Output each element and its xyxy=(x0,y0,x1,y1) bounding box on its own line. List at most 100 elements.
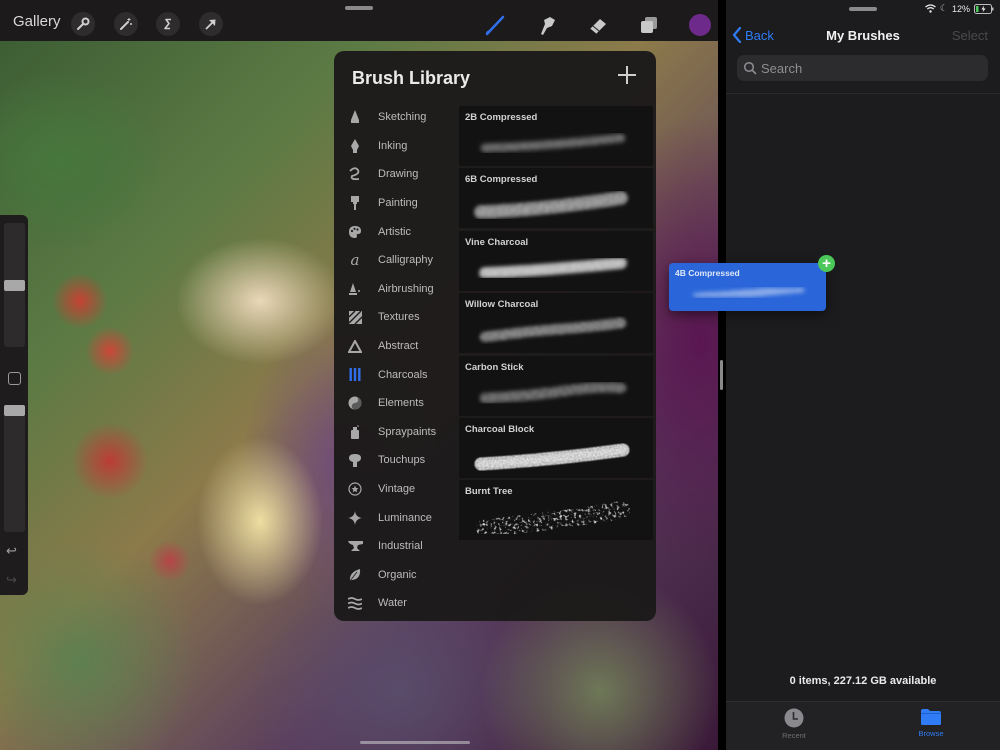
modify-button[interactable] xyxy=(8,372,21,385)
battery-percent: 12% xyxy=(951,3,970,14)
add-badge-icon: + xyxy=(818,255,835,272)
category-textures[interactable]: Textures xyxy=(334,303,459,332)
category-label: Abstract xyxy=(378,340,419,353)
tab-recent[interactable]: Recent xyxy=(759,708,829,740)
brush-carbon-stick[interactable]: Carbon Stick xyxy=(459,355,653,416)
brush-size-thumb[interactable] xyxy=(4,279,25,291)
squiggle-icon xyxy=(347,166,363,182)
category-organic[interactable]: Organic xyxy=(334,561,459,590)
brush-tool-button[interactable] xyxy=(482,12,508,38)
brush-sidebar: ↩ ↪ xyxy=(0,215,28,595)
brush-willow-charcoal[interactable]: Willow Charcoal xyxy=(459,293,653,354)
category-label: Calligraphy xyxy=(378,254,434,267)
category-label: Airbrushing xyxy=(378,282,434,295)
adjustments-button[interactable] xyxy=(114,12,138,36)
selection-button[interactable] xyxy=(156,12,180,36)
category-label: Luminance xyxy=(378,511,432,524)
brush-size-slider[interactable] xyxy=(4,223,25,347)
palette-icon xyxy=(347,224,363,240)
redo-button[interactable]: ↪ xyxy=(6,572,17,588)
category-luminance[interactable]: Luminance xyxy=(334,503,459,532)
folder-icon xyxy=(921,709,941,725)
brush-burnt-tree[interactable]: Burnt Tree xyxy=(459,480,653,541)
star-badge-icon xyxy=(347,481,363,497)
yin-yang-icon xyxy=(347,395,363,411)
brush-vine-charcoal[interactable]: Vine Charcoal xyxy=(459,230,653,291)
category-label: Spraypaints xyxy=(378,425,437,438)
category-industrial[interactable]: Industrial xyxy=(334,532,459,561)
category-drawing[interactable]: Drawing xyxy=(334,160,459,189)
category-charcoals[interactable]: Charcoals xyxy=(334,360,459,389)
dragged-brush-4b-compressed[interactable]: 4B Compressed xyxy=(669,263,826,311)
brush-library-title: Brush Library xyxy=(352,68,471,88)
category-vintage[interactable]: Vintage xyxy=(334,475,459,504)
procreate-app: Gallery ↩ ↪ Brush Library Sketching Inki… xyxy=(0,0,718,750)
category-label: Painting xyxy=(378,197,418,210)
brush-name: Burnt Tree xyxy=(465,486,513,498)
brush-name: Vine Charcoal xyxy=(465,236,529,248)
category-abstract[interactable]: Abstract xyxy=(334,332,459,361)
brush-list: 2B Compressed 6B Compressed Vine Charcoal W… xyxy=(459,106,653,543)
multitasking-handle-right[interactable] xyxy=(849,7,877,11)
eraser-tool-button[interactable] xyxy=(585,12,611,38)
selection-s-icon xyxy=(164,18,171,30)
category-painting[interactable]: Painting xyxy=(334,189,459,218)
search-input[interactable] xyxy=(761,60,981,76)
category-label: Artistic xyxy=(378,225,411,238)
category-artistic[interactable]: Artistic xyxy=(334,217,459,246)
storage-info: 0 items, 227.12 GB available xyxy=(789,675,937,687)
color-picker-button[interactable] xyxy=(689,14,711,36)
category-spraypaints[interactable]: Spraypaints xyxy=(334,418,459,447)
brush-stroke-preview xyxy=(471,311,633,347)
gallery-button[interactable]: Gallery xyxy=(13,13,61,30)
select-button[interactable]: Select xyxy=(952,28,988,43)
eraser-icon xyxy=(589,19,606,35)
opacity-slider[interactable] xyxy=(4,405,25,532)
category-label: Industrial xyxy=(378,540,423,553)
wrench-icon xyxy=(77,17,90,30)
waves-icon xyxy=(347,595,363,611)
brush-stroke-preview xyxy=(471,249,633,285)
undo-button[interactable]: ↩ xyxy=(6,543,17,559)
pencil-tip-icon xyxy=(347,109,363,125)
files-app: ☾ 12% Back My Brushes Select 0 items, 22… xyxy=(726,0,1000,750)
layers-tool-button[interactable] xyxy=(636,12,662,38)
category-elements[interactable]: Elements xyxy=(334,389,459,418)
charcoal-sticks-icon xyxy=(347,367,363,383)
home-indicator xyxy=(360,741,470,744)
brush-charcoal-block[interactable]: Charcoal Block xyxy=(459,417,653,478)
brush-6b-compressed[interactable]: 6B Compressed xyxy=(459,168,653,229)
split-view-handle[interactable] xyxy=(720,360,723,390)
tab-browse[interactable]: Browse xyxy=(896,708,966,738)
arrow-cursor-icon xyxy=(205,19,216,30)
airbrush-icon xyxy=(347,281,363,297)
spray-can-icon xyxy=(347,424,363,440)
opacity-thumb[interactable] xyxy=(4,405,25,416)
clock-icon xyxy=(784,708,804,728)
search-field[interactable] xyxy=(737,55,988,81)
triangle-icon xyxy=(347,338,363,354)
undo-icon: ↩ xyxy=(6,543,17,558)
category-touchups[interactable]: Touchups xyxy=(334,446,459,475)
category-label: Drawing xyxy=(378,168,419,181)
category-inking[interactable]: Inking xyxy=(334,132,459,161)
category-label: Sketching xyxy=(378,111,427,124)
category-calligraphy[interactable]: a Calligraphy xyxy=(334,246,459,275)
brush-name: Charcoal Block xyxy=(465,423,535,435)
actions-button[interactable] xyxy=(71,12,95,36)
leaf-icon xyxy=(347,567,363,583)
category-water[interactable]: Water xyxy=(334,589,459,618)
multitasking-handle[interactable] xyxy=(345,6,373,10)
category-label: Inking xyxy=(378,139,408,152)
category-sketching[interactable]: Sketching xyxy=(334,103,459,132)
smudge-tool-button[interactable] xyxy=(534,12,560,38)
transform-button[interactable] xyxy=(199,12,223,36)
category-label: Elements xyxy=(378,397,424,410)
category-label: Textures xyxy=(378,311,420,324)
add-brush-set-button[interactable] xyxy=(618,66,636,84)
magic-wand-icon xyxy=(120,18,132,30)
category-airbrushing[interactable]: Airbrushing xyxy=(334,275,459,304)
brush-2b-compressed[interactable]: 2B Compressed xyxy=(459,106,653,166)
brush-stroke-preview xyxy=(690,284,808,301)
brush-category-list: Sketching Inking Drawing Painting Artistic a C… xyxy=(334,103,459,618)
